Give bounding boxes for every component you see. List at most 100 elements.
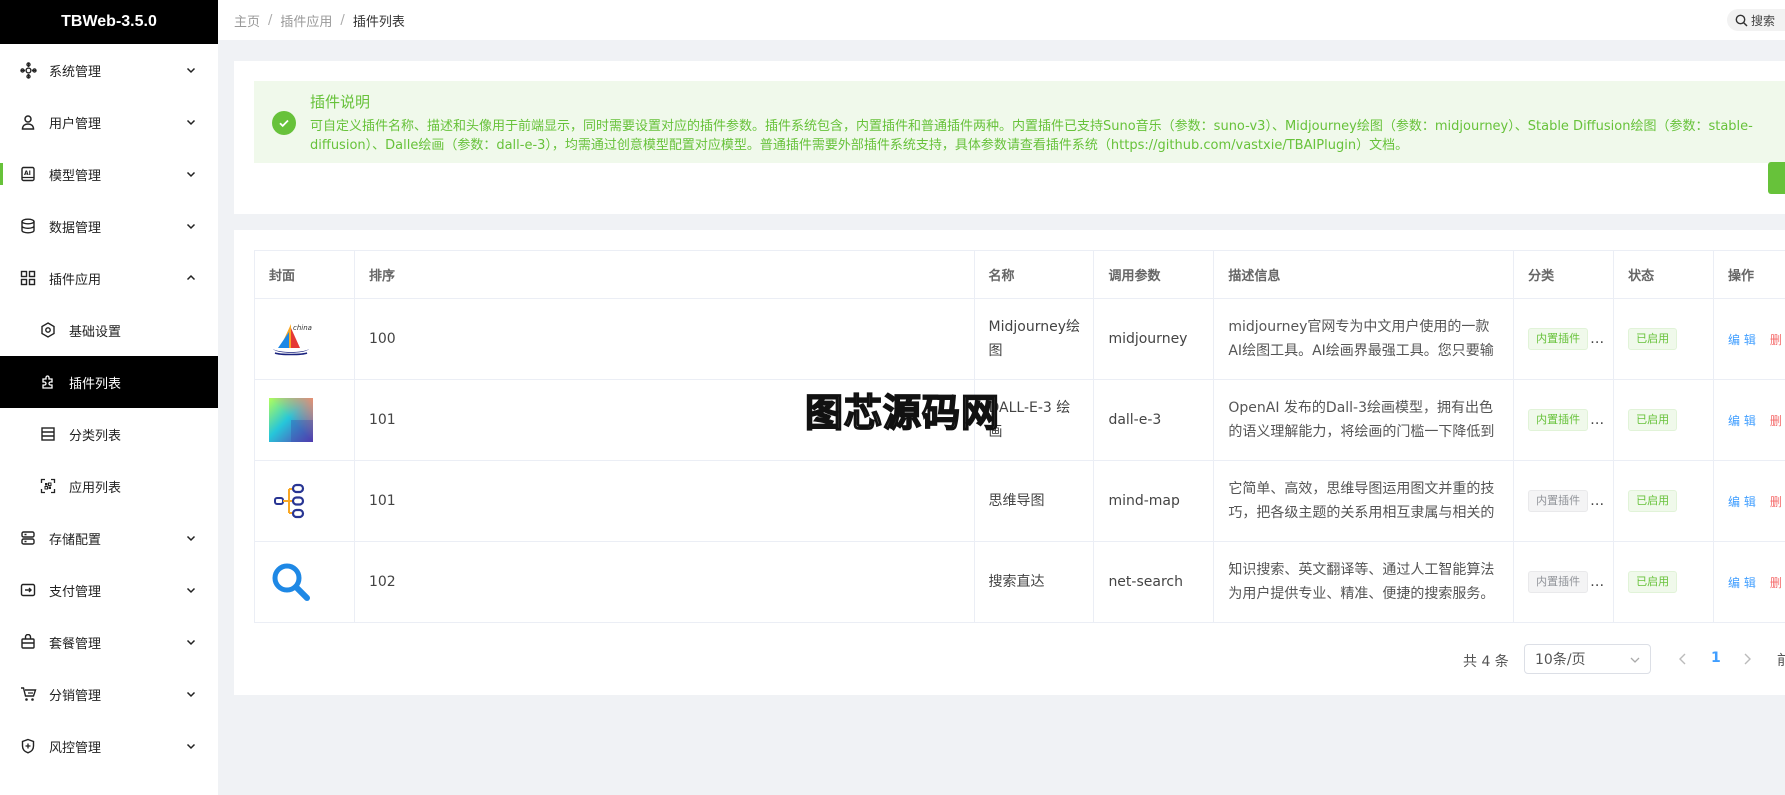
col-header-name: 名称 [974,251,1095,299]
sidebar-item-label: 模型管理 [49,168,102,184]
edit-button[interactable]: 编 辑 [1728,331,1756,348]
sidebar-item-label: 风控管理 [49,740,102,756]
delete-button[interactable]: 删 [1770,331,1782,348]
sidebar-item-label: 插件列表 [69,376,122,392]
chevron-down-icon [186,639,196,646]
sidebar-item-label: 存储配置 [49,532,102,548]
notice-card: 插件说明 可自定义插件名称、描述和头像用于前端显示，同时需要设置对应的插件参数。… [234,61,1785,214]
chevron-down-icon [186,67,196,74]
category-tag: 内置插件 [1528,571,1589,593]
sidebar-item-packages[interactable]: 套餐管理 [0,616,218,668]
database-icon [19,217,37,235]
desc-cell: 知识搜索、英文翻译等、通过人工智能算法为用户提供专业、精准、便捷的搜索服务。 [1228,562,1495,602]
sidebar-item-data[interactable]: 数据管理 [0,200,218,252]
breadcrumb-current: 插件列表 [352,14,405,30]
status-badge: 已启用 [1628,490,1678,512]
svg-text:china: china [293,324,312,332]
alert-description: 可自定义插件名称、描述和头像用于前端显示，同时需要设置对应的插件参数。插件系统包… [310,117,1785,155]
pagination: 共 4 条 10条/页 1 前 [234,644,1785,674]
ai-book-icon: AI [19,165,37,183]
sidebar-item-label: 支付管理 [49,584,102,600]
plugin-name: DALL-E-3 绘画 [988,400,1071,440]
sidebar-item-storage[interactable]: 存储配置 [0,512,218,564]
sidebar-item-plugins[interactable]: 插件应用 [0,252,218,304]
package-icon [19,633,37,651]
page-size-value: 10条/页 [1535,652,1586,668]
sidebar-item-category-list[interactable]: 分类列表 [0,408,218,460]
breadcrumb-separator: / [268,12,273,28]
delete-button[interactable]: 删 [1770,412,1782,429]
edit-button[interactable]: 编 辑 [1728,493,1756,510]
cart-icon [19,685,37,703]
midjourney-logo-icon: china [273,324,312,356]
sidebar-item-label: 分销管理 [49,688,102,704]
list-icon [39,425,57,443]
col-header-category: 分类 [1514,251,1615,299]
breadcrumb-plugins[interactable]: 插件应用 [280,11,332,30]
plugin-name: 搜索直达 [988,574,1045,590]
sidebar-item-risk-control[interactable]: 风控管理 [0,720,218,772]
table-header-row: 封面 排序 名称 调用参数 描述信息 分类 状态 操作 [255,251,1785,299]
col-header-cover: 封面 [255,251,355,299]
chevron-down-icon [186,691,196,698]
delete-button[interactable]: 删 [1770,574,1782,591]
sidebar-item-system[interactable]: 系统管理 [0,44,218,96]
chevron-down-icon [186,171,196,178]
desc-cell: OpenAI 发布的Dall-3绘画模型，拥有出色的语义理解能力，将绘画的门槛一… [1228,400,1495,440]
plugin-notice-alert: 插件说明 可自定义插件名称、描述和头像用于前端显示，同时需要设置对应的插件参数。… [254,81,1785,163]
status-badge: 已启用 [1628,571,1678,593]
add-plugin-button[interactable] [1768,162,1785,194]
prev-page-button[interactable] [1678,652,1688,666]
search-label: 搜索 [1751,13,1776,28]
param-cell: net-search [1094,542,1215,623]
mindmap-icon [274,483,305,519]
breadcrumb-home[interactable]: 主页 [234,11,260,30]
table-row: 102 搜索直达 net-search 知识搜索、英文翻译等、通过人工智能算法为… [255,542,1785,623]
plugin-name: Midjourney绘图 [988,319,1080,359]
payment-icon [19,581,37,599]
search-button[interactable]: 搜索 [1727,9,1785,31]
sidebar-item-payment[interactable]: 支付管理 [0,564,218,616]
chevron-down-icon [1630,657,1640,663]
top-header: 主页 / 插件应用 / 插件列表 搜索 [218,0,1785,40]
total-count: 共 4 条 [1463,654,1509,670]
page-number[interactable]: 1 [1711,650,1721,666]
delete-button[interactable]: 删 [1770,493,1782,510]
next-page-button[interactable] [1742,652,1752,666]
param-cell: mind-map [1094,461,1215,542]
sidebar-item-label: 插件应用 [49,272,102,288]
alert-title: 插件说明 [310,93,371,111]
category-tag: 内置插件 [1528,490,1589,512]
sidebar-item-label: 套餐管理 [49,636,102,652]
puzzle-icon [39,373,57,391]
chevron-down-icon [186,119,196,126]
sidebar-item-app-list[interactable]: 应用列表 [0,460,218,512]
sidebar-item-basic-settings[interactable]: 基础设置 [0,304,218,356]
param-cell: dall-e-3 [1094,380,1215,461]
plugin-name: 思维导图 [988,493,1045,509]
user-icon [19,113,37,131]
table-row: 101 DALL-E-3 绘画 dall-e-3 OpenAI 发布的Dall-… [255,380,1785,461]
success-check-icon [272,111,296,135]
hexagon-icon [39,321,57,339]
sidebar-item-users[interactable]: 用户管理 [0,96,218,148]
chevron-down-icon [186,223,196,230]
watermark: 图芯源码网 [804,390,1001,436]
table-row: 101 思维导图 mind-map 它简单、高效，思维导图运用图文并重的技巧，把… [255,461,1785,542]
sidebar-item-plugin-list[interactable]: 插件列表 [0,356,218,408]
sidebar-item-label: 应用列表 [69,480,122,496]
shield-icon [19,737,37,755]
sidebar-item-distribution[interactable]: 分销管理 [0,668,218,720]
table-row: china 100 Midjourney绘图 midjourney midjou… [255,299,1785,380]
search-icon [1735,14,1748,27]
edit-button[interactable]: 编 辑 [1728,574,1756,591]
edit-button[interactable]: 编 辑 [1728,412,1756,429]
sidebar-item-models[interactable]: AI 模型管理 [0,148,218,200]
col-header-sort: 排序 [354,251,975,299]
col-header-ops: 操作 [1714,251,1785,299]
status-badge: 已启用 [1628,409,1678,431]
page-size-select[interactable]: 10条/页 [1524,644,1651,674]
edge-marker [0,163,3,185]
alert-line-2: diffusion）、Dalle绘画（参数：dall-e-3），均需通过创意模型… [310,138,1409,153]
ellipsis: … [1590,574,1605,590]
